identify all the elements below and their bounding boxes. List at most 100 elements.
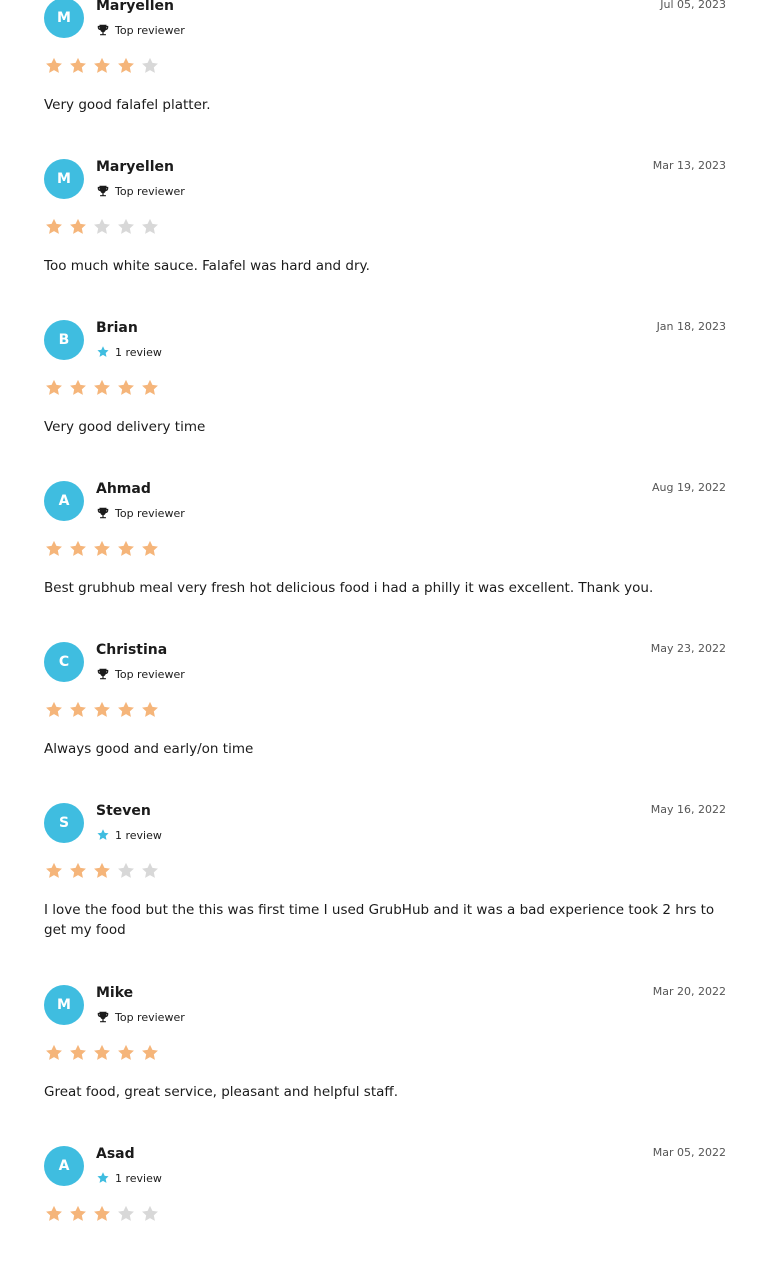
star-empty-icon [142,57,158,73]
star-filled-icon [142,379,158,395]
star-filled-icon [46,57,62,73]
review-card: S Steven 1 review May 16, 2022 I love th… [44,783,726,965]
star-filled-icon [46,1205,62,1221]
reviewer-badge: 1 review [96,1171,162,1185]
star-rating [44,378,160,398]
review-date: Mar 20, 2022 [652,985,726,998]
star-filled-icon [70,379,86,395]
badge-label: 1 review [115,1171,162,1185]
review-text: Too much white sauce. Falafel was hard a… [44,258,370,274]
star-filled-icon [46,379,62,395]
review-date: Mar 13, 2023 [652,159,726,172]
reviewer-name[interactable]: Asad [96,1146,135,1162]
star-filled-icon [118,540,134,556]
star-filled-icon [70,1205,86,1221]
review-date: May 23, 2022 [650,642,726,655]
reviewer-badge: 1 review [96,828,162,842]
avatar: A [44,481,84,521]
star-rating [44,56,160,76]
star-filled-icon [142,701,158,717]
review-text: Best grubhub meal very fresh hot delicio… [44,580,654,596]
star-badge-icon [96,345,110,359]
badge-label: 1 review [115,345,162,359]
star-filled-icon [118,701,134,717]
star-filled-icon [46,540,62,556]
star-badge-icon [96,828,110,842]
star-filled-icon [46,862,62,878]
star-empty-icon [118,218,134,234]
star-empty-icon [118,862,134,878]
reviewer-name[interactable]: Steven [96,803,151,819]
review-date: May 16, 2022 [650,803,726,816]
trophy-icon [96,506,110,520]
star-rating [44,861,160,881]
star-filled-icon [46,218,62,234]
review-text: Very good falafel platter. [44,97,211,113]
star-filled-icon [46,701,62,717]
review-date: Jul 05, 2023 [660,0,726,11]
avatar: C [44,642,84,682]
star-filled-icon [70,540,86,556]
review-card: C Christina Top reviewer May 23, 2022 Al… [44,622,726,783]
review-card: M Maryellen Top reviewer Mar 13, 2023 To… [44,139,726,300]
reviewer-badge: Top reviewer [96,667,185,681]
avatar: A [44,1146,84,1186]
trophy-icon [96,184,110,198]
star-filled-icon [94,379,110,395]
review-card: A Asad 1 review Mar 05, 2022 [44,1126,726,1287]
reviewer-name[interactable]: Ahmad [96,481,151,497]
review-text: Great food, great service, pleasant and … [44,1084,398,1100]
reviewer-badge: Top reviewer [96,184,185,198]
star-rating [44,217,160,237]
reviewer-badge: Top reviewer [96,1010,185,1024]
reviewer-name[interactable]: Maryellen [96,159,174,175]
star-badge-icon [96,1171,110,1185]
reviewer-name[interactable]: Maryellen [96,0,174,14]
star-filled-icon [142,1044,158,1060]
reviewer-badge: Top reviewer [96,23,185,37]
review-card: M Maryellen Top reviewer Jul 05, 2023 Ve… [44,0,726,139]
review-date: Mar 05, 2022 [652,1146,726,1159]
avatar: M [44,159,84,199]
star-filled-icon [70,701,86,717]
star-empty-icon [142,1205,158,1221]
avatar: S [44,803,84,843]
star-empty-icon [118,1205,134,1221]
star-filled-icon [142,540,158,556]
review-card: M Mike Top reviewer Mar 20, 2022 Great f… [44,965,726,1126]
review-card: B Brian 1 review Jan 18, 2023 Very good … [44,300,726,461]
trophy-icon [96,23,110,37]
review-text: Always good and early/on time [44,741,254,757]
badge-label: Top reviewer [115,184,185,198]
star-filled-icon [118,1044,134,1060]
avatar: M [44,0,84,38]
star-filled-icon [94,1044,110,1060]
star-rating [44,700,160,720]
trophy-icon [96,667,110,681]
star-filled-icon [70,862,86,878]
reviewer-name[interactable]: Brian [96,320,138,336]
badge-label: Top reviewer [115,1010,185,1024]
star-rating [44,1204,160,1224]
star-filled-icon [94,701,110,717]
star-filled-icon [94,862,110,878]
star-empty-icon [142,218,158,234]
review-text: I love the food but the this was first t… [44,902,715,938]
review-date: Jan 18, 2023 [656,320,726,333]
star-filled-icon [94,1205,110,1221]
badge-label: 1 review [115,828,162,842]
star-filled-icon [70,218,86,234]
reviewer-name[interactable]: Christina [96,642,167,658]
review-card: A Ahmad Top reviewer Aug 19, 2022 Best g… [44,461,726,622]
reviewer-name[interactable]: Mike [96,985,133,1001]
star-rating [44,539,160,559]
star-empty-icon [142,862,158,878]
star-rating [44,1043,160,1063]
star-filled-icon [94,540,110,556]
trophy-icon [96,1010,110,1024]
review-date: Aug 19, 2022 [652,481,726,494]
badge-label: Top reviewer [115,667,185,681]
reviewer-badge: 1 review [96,345,162,359]
star-empty-icon [94,218,110,234]
reviewer-badge: Top reviewer [96,506,185,520]
